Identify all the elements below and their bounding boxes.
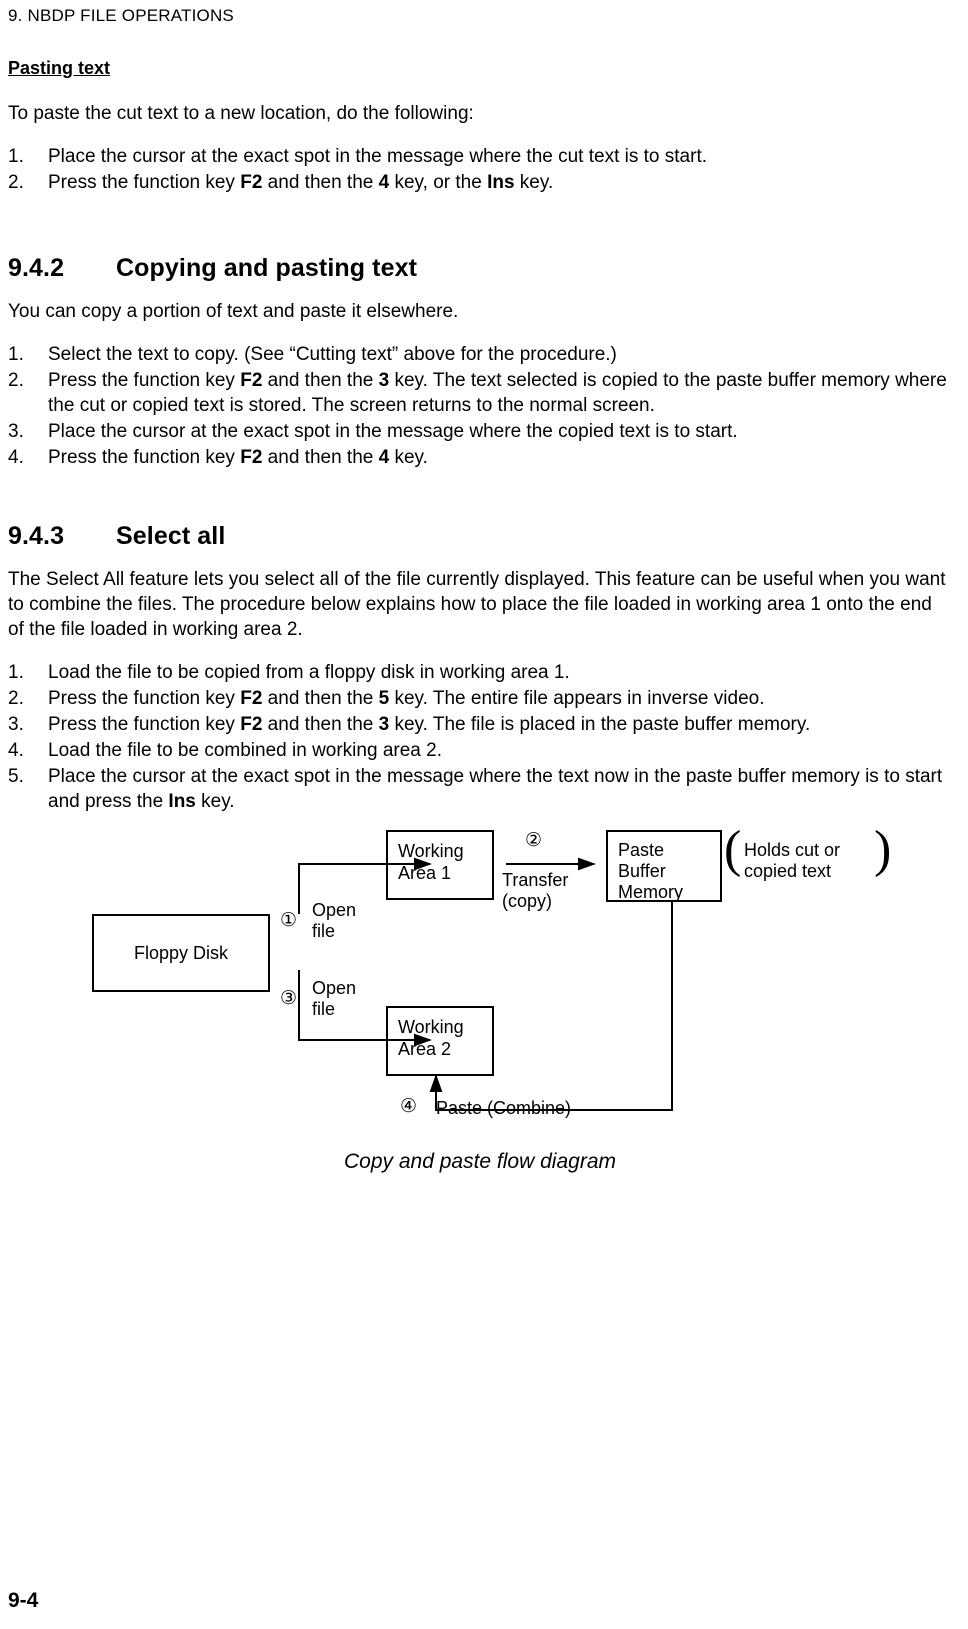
list-item-text: Select the text to copy. (See “Cutting t…	[48, 344, 617, 365]
running-head: 9. NBDP FILE OPERATIONS	[8, 6, 234, 25]
page-number: 9-4	[8, 1589, 39, 1612]
list-item-marker: 1.	[8, 662, 24, 683]
diagram-label-paste-combine: Paste (Combine)	[436, 1098, 572, 1118]
list-item: 3. Place the cursor at the exact spot in …	[8, 419, 952, 444]
list-item: 3. Press the function key F2 and then the…	[8, 712, 952, 737]
list-item-marker: 5.	[8, 766, 24, 787]
diagram-box-working-area-2: Working Area 2	[386, 1006, 494, 1076]
section-heading-942: 9.4.2 Copying and pasting text	[8, 254, 952, 283]
list-item-marker: 4.	[8, 740, 24, 761]
diagram-note-bracket-right: )	[874, 821, 892, 878]
list-item-marker: 2.	[8, 370, 24, 391]
diagram-marker-4: ④	[400, 1096, 418, 1117]
list-item: 4. Press the function key F2 and then the…	[8, 445, 952, 470]
section-number-942: 9.4.2	[8, 254, 65, 282]
copy-paste-flow-diagram: Floppy Disk Working Area 1 Working Area …	[8, 818, 952, 1173]
list-item-marker: 1.	[8, 344, 24, 365]
section-title-942: Copying and pasting text	[116, 254, 418, 282]
list-item: 1. Load the file to be copied from a flop…	[8, 660, 952, 685]
diagram-marker-1: ①	[280, 910, 298, 931]
page-content: Pasting text To paste the cut text to a …	[8, 58, 952, 1173]
list-item-text: Press the function key F2 and then the 3…	[48, 370, 947, 416]
diagram-label-open-file-1: Open file	[312, 900, 357, 941]
list-item: 2. Press the function key F2 and then the…	[8, 170, 952, 195]
list-item-text: Place the cursor at the exact spot in th…	[48, 146, 707, 167]
diagram-marker-2: ②	[525, 830, 543, 851]
list-item-marker: 1.	[8, 146, 24, 167]
list-item-marker: 3.	[8, 714, 24, 735]
list-item: 2. Press the function key F2 and then the…	[8, 368, 952, 418]
list-item-text: Press the function key F2 and then the 5…	[48, 688, 765, 709]
diagram-note-bracket-left: (	[724, 821, 742, 878]
select-all-steps: 1. Load the file to be copied from a flop…	[8, 660, 952, 814]
diagram-box-paste-buffer-memory: Paste Buffer Memory	[606, 830, 722, 902]
list-item: 4. Load the file to be combined in workin…	[8, 738, 952, 763]
diagram-box-floppy-disk: Floppy Disk	[92, 914, 270, 992]
list-item-marker: 4.	[8, 447, 24, 468]
list-item: 1. Place the cursor at the exact spot in …	[8, 144, 952, 169]
pasting-text-intro: To paste the cut text to a new location,…	[8, 103, 474, 124]
section-number-943: 9.4.3	[8, 522, 65, 550]
diagram-box-working-area-1: Working Area 1	[386, 830, 494, 900]
diagram-label-open-file-2: Open file	[312, 978, 357, 1019]
diagram-caption: Copy and paste flow diagram	[344, 1150, 616, 1173]
list-item: 2. Press the function key F2 and then the…	[8, 686, 952, 711]
copying-steps: 1. Select the text to copy. (See “Cutting…	[8, 342, 952, 470]
list-item-text: Load the file to be copied from a floppy…	[48, 662, 570, 683]
copying-intro: You can copy a portion of text and paste…	[8, 301, 459, 322]
list-item-marker: 2.	[8, 172, 24, 193]
diagram-note-holds-text: Holds cut or copied text	[744, 840, 841, 881]
list-item-text: Place the cursor at the exact spot in th…	[48, 766, 943, 812]
pasting-text-heading: Pasting text	[8, 58, 111, 78]
list-item: 5. Place the cursor at the exact spot in …	[8, 764, 952, 814]
section-title-943: Select all	[116, 522, 226, 550]
pasting-text-steps: 1. Place the cursor at the exact spot in …	[8, 144, 952, 195]
list-item-text: Press the function key F2 and then the 3…	[48, 714, 811, 735]
floppy-disk-label: Floppy Disk	[133, 943, 229, 963]
document-page: 9. NBDP FILE OPERATIONS Pasting text To …	[0, 0, 968, 1629]
list-item-text: Place the cursor at the exact spot in th…	[48, 421, 738, 442]
list-item-marker: 2.	[8, 688, 24, 709]
list-item-text: Load the file to be combined in working …	[48, 740, 442, 761]
select-all-intro: The Select All feature lets you select a…	[8, 569, 946, 640]
diagram-label-transfer: Transfer (copy)	[502, 870, 569, 911]
list-item-text: Press the function key F2 and then the 4…	[48, 447, 428, 468]
list-item-text: Press the function key F2 and then the 4…	[48, 172, 554, 193]
section-heading-943: 9.4.3 Select all	[8, 522, 952, 551]
diagram-marker-3: ③	[280, 988, 298, 1009]
list-item-marker: 3.	[8, 421, 24, 442]
list-item: 1. Select the text to copy. (See “Cutting…	[8, 342, 952, 367]
